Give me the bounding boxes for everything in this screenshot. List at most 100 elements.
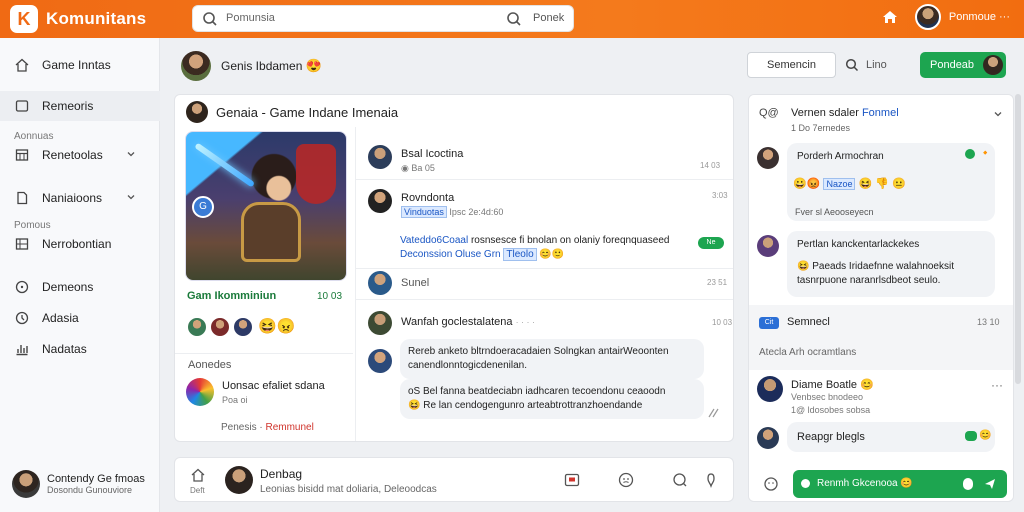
comment-card[interactable]: Pertlan kanckentarlackekes 😆 Paeads Irid…	[787, 231, 995, 297]
square-icon	[15, 100, 29, 112]
search-icon[interactable]	[845, 58, 859, 72]
home-icon[interactable]	[190, 467, 206, 483]
scrollbar[interactable]	[1015, 94, 1021, 384]
user-name[interactable]: Ponmoue ···	[949, 11, 1010, 23]
game-count: 10 03	[317, 291, 343, 302]
chevron-down-icon[interactable]	[126, 149, 136, 159]
sidebar-item-demeons[interactable]: Demeons	[0, 272, 160, 302]
sidebar-item-game-inntas[interactable]: Game Inntas	[0, 50, 160, 80]
section-label: Aonedes	[188, 359, 232, 371]
message-text: Vateddo6Coaal rosnsesce fi bnolan on ola…	[400, 235, 670, 246]
reply-icon[interactable]	[707, 407, 721, 419]
member-emoji: 😆😠	[258, 318, 296, 335]
microphone-icon[interactable]	[702, 471, 720, 489]
primary-button[interactable]: Pondeab	[920, 52, 1006, 78]
app-name: Komunitans	[46, 9, 147, 28]
game-badge: G	[192, 196, 214, 218]
image-icon[interactable]	[563, 471, 581, 489]
message-author: Rovndonta	[401, 192, 455, 204]
header-avatar[interactable]	[181, 51, 211, 81]
home-icon	[15, 58, 29, 72]
more-icon[interactable]: ···	[991, 378, 1003, 392]
avatar[interactable]	[757, 376, 783, 402]
avatar	[368, 271, 392, 295]
user-avatar[interactable]	[914, 4, 941, 30]
status-badge: Ne	[698, 237, 724, 249]
avatar	[368, 145, 392, 169]
sidebar-item-nadatas[interactable]: Nadatas	[0, 334, 160, 364]
avatar[interactable]	[187, 317, 207, 337]
reply-input[interactable]: Renmh Gkcenooa 😊	[793, 470, 1007, 498]
divider	[355, 127, 356, 441]
microphone-icon[interactable]	[963, 478, 973, 490]
character-sword	[194, 142, 256, 188]
avatar[interactable]	[210, 317, 230, 337]
star-icon: 🔸	[979, 148, 992, 159]
sidebar-item-nerrobontian[interactable]: Nerrobontian	[0, 229, 160, 259]
comment-note: Fver sl Aeooseyecn	[795, 207, 874, 217]
chat-icon[interactable]	[671, 471, 689, 489]
chevron-down-icon[interactable]	[126, 192, 136, 202]
search-input[interactable]: Pomunsia Ponek	[192, 5, 574, 32]
panel-header-title: Vernen sdaler Fonmel	[791, 107, 899, 119]
game-subtitle: Poa oi	[222, 395, 248, 405]
divider	[175, 353, 353, 354]
settings-icon	[15, 311, 29, 325]
home-icon[interactable]	[881, 8, 899, 26]
avatar[interactable]	[368, 349, 392, 373]
search-submit-icon[interactable]	[506, 11, 522, 27]
comment-card[interactable]: Reapgr blegls 😊	[787, 422, 995, 452]
panel-header: Genaia - Game Indane Imenaia	[175, 95, 733, 127]
emoji-icon[interactable]	[763, 476, 779, 492]
sidebar-user[interactable]: Contendy Ge fmoas Dosondu Gunouviore	[12, 470, 145, 498]
status-dot	[965, 431, 977, 441]
message-bubble[interactable]: oS Bel fanna beatdeciabn iadhcaren tecoe…	[400, 379, 704, 419]
message-author: Sunel	[401, 277, 430, 289]
game-title[interactable]: Uonsac efaliet sdana	[222, 380, 325, 392]
right-panel: Q@ Vernen sdaler Fonmel 1 Do 7ernedes Po…	[748, 94, 1014, 502]
avatar[interactable]	[233, 317, 253, 337]
brand[interactable]: K Komunitans	[10, 5, 146, 33]
clock-icon	[15, 280, 29, 294]
message-author: Bsal Icoctina	[401, 148, 464, 160]
sidebar: Game Inntas Remeoris Aonnuas Renetoolas …	[0, 38, 160, 512]
title-emoji: 😍	[305, 58, 322, 73]
top-right: Ponmoue ···	[881, 4, 1010, 30]
composer-input[interactable]: Leonias bisidd mat doliaria, Deleoodcas	[260, 484, 437, 495]
character-armor	[241, 202, 301, 262]
avatar[interactable]	[757, 427, 779, 449]
page-title: Genis Ibdamen 😍	[221, 58, 322, 73]
header-search-label[interactable]: Lino	[866, 59, 887, 71]
sidebar-item-remeoris[interactable]: Remeoris	[0, 91, 160, 121]
avatar[interactable]	[757, 147, 779, 169]
game-cover-image[interactable]: G	[185, 131, 347, 281]
divider	[356, 299, 733, 300]
tag-row-label[interactable]: Semnecl	[787, 316, 830, 328]
sidebar-item-naniaioons[interactable]: Naniaioons	[0, 183, 160, 213]
message-bubble[interactable]: Rereb anketo bltrndoeracadaien Solngkan …	[400, 339, 704, 379]
tag-row-time: 13 10	[977, 317, 1000, 327]
avatar	[186, 101, 208, 123]
emoji-icon[interactable]	[617, 471, 635, 489]
avatar[interactable]	[757, 235, 779, 257]
tag[interactable]: Nazoe	[823, 178, 856, 190]
sidebar-item-renetoolas[interactable]: Renetoolas	[0, 140, 160, 170]
game-name[interactable]: Gam Ikomminiun	[187, 290, 276, 302]
tag[interactable]: Vinduotas	[401, 206, 447, 218]
calendar-icon	[15, 149, 29, 161]
send-icon[interactable]	[983, 477, 997, 491]
add-icon[interactable]	[801, 479, 810, 488]
sidebar-item-adasia[interactable]: Adasia	[0, 303, 160, 333]
chevron-down-icon[interactable]	[993, 109, 1003, 119]
section-label: Atecla Arh ocramtlans	[759, 347, 857, 358]
divider	[356, 179, 733, 180]
emoji: 😆	[797, 261, 810, 272]
game-icon[interactable]	[186, 378, 214, 406]
outline-button[interactable]: Semencin	[747, 52, 836, 78]
comments-section: Q@ Vernen sdaler Fonmel 1 Do 7ernedes Po…	[749, 95, 1013, 305]
message-time: 3:03	[712, 191, 728, 200]
community-link[interactable]: Remmunel	[265, 422, 313, 433]
search-button-label[interactable]: Ponek	[533, 12, 564, 24]
message-text: Deconssion Oluse Grn Tleolo 😊🙂	[400, 248, 565, 261]
game-footer: Penesis · Remmunel	[221, 422, 314, 433]
